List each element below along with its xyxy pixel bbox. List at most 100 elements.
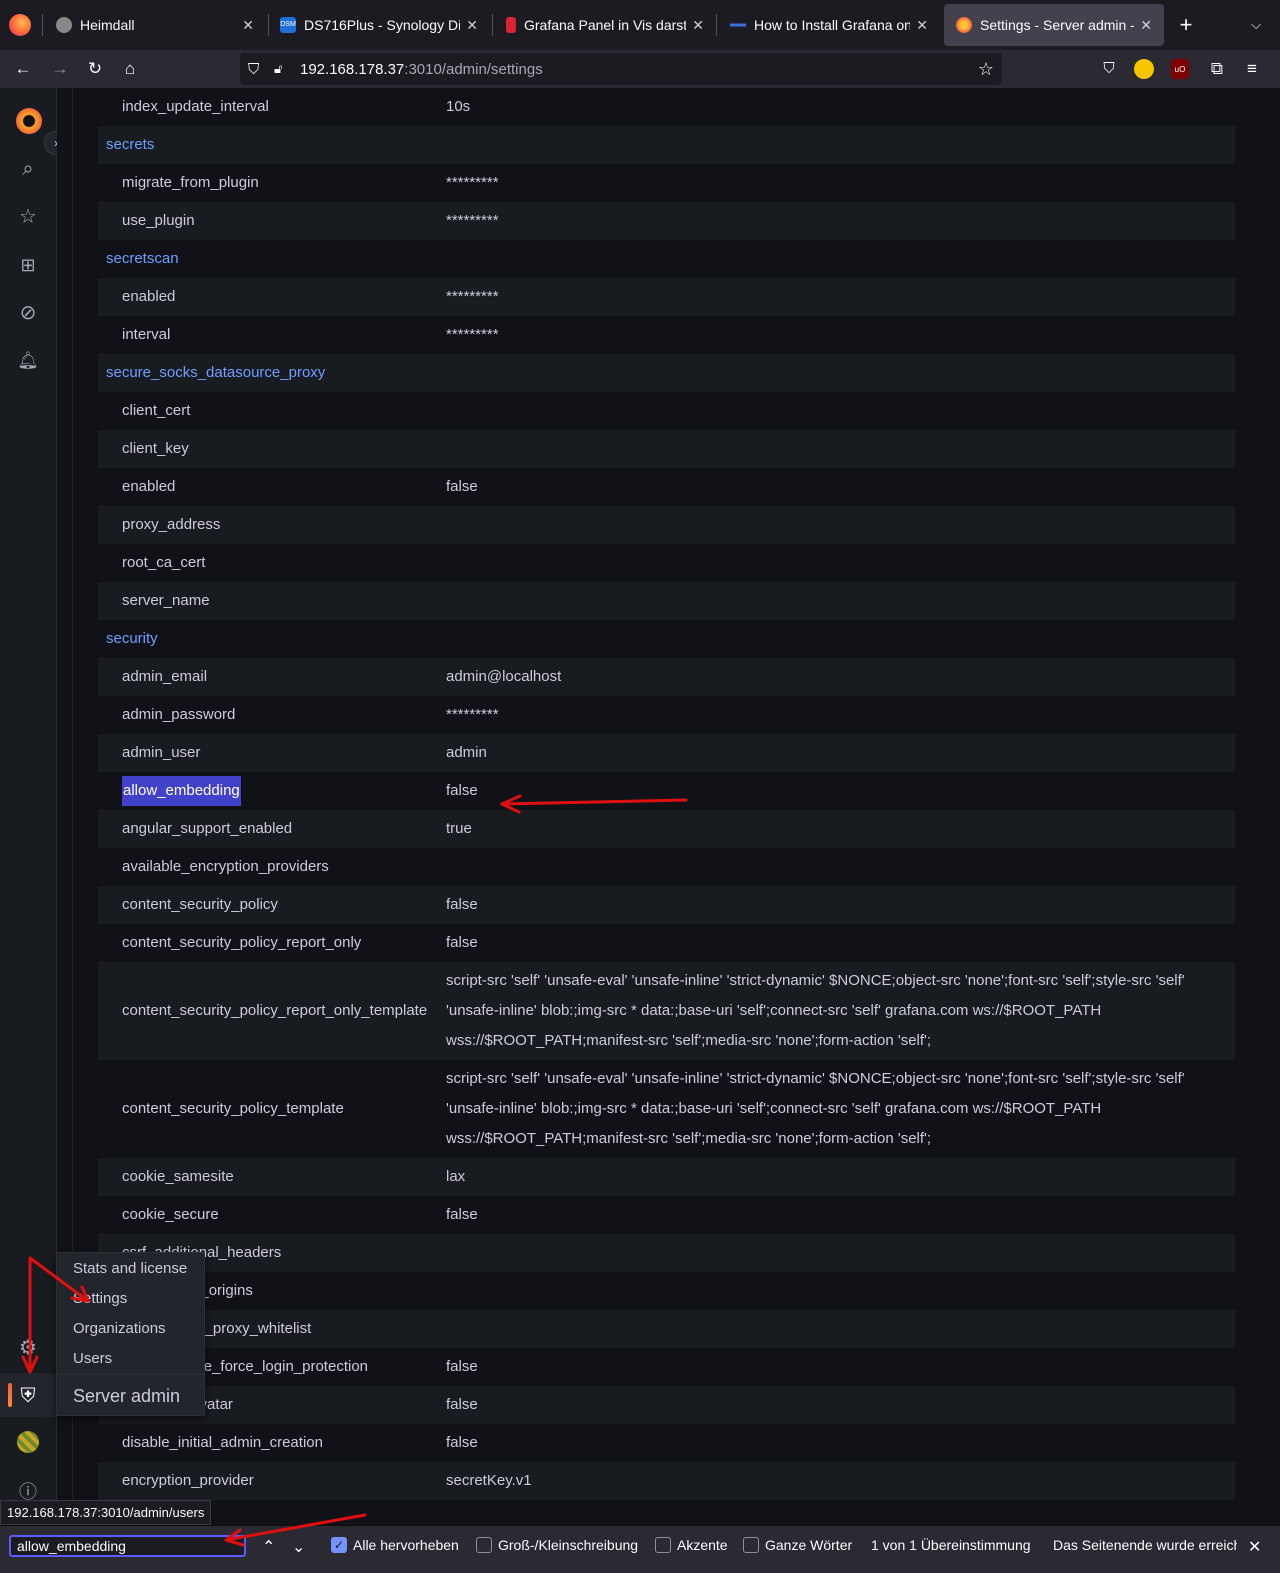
- section-name: secretscan: [106, 250, 179, 267]
- back-icon[interactable]: ←: [12, 58, 34, 80]
- browser-nav-bar: ← → ↻ ⌂ ⛉ 🔓︎ 192.168.178.37:3010/admin/s…: [0, 50, 1280, 88]
- list-all-tabs-icon[interactable]: ⌵: [1245, 14, 1267, 36]
- whole-words-label: Ganze Wörter: [765, 1537, 853, 1553]
- setting-value: script-src 'self' 'unsafe-eval' 'unsafe-…: [446, 1070, 1185, 1147]
- setting-key: disable_initial_admin_creation: [122, 1434, 323, 1451]
- setting-value: secretKey.v1: [446, 1472, 532, 1489]
- user-avatar-icon[interactable]: [17, 1431, 39, 1453]
- setting-value: [438, 848, 1235, 886]
- menu-header-server-admin[interactable]: Server admin: [57, 1374, 204, 1416]
- setting-key: content_security_policy_report_only: [122, 934, 362, 951]
- highlight-all-checkbox[interactable]: ✓ Alle hervorheben: [331, 1537, 459, 1553]
- section-name: security: [106, 630, 158, 647]
- checkbox-box: [743, 1537, 759, 1553]
- insecure-lock-icon[interactable]: 🔓︎: [274, 61, 290, 77]
- tab-grafana-vis[interactable]: Grafana Panel in Vis darste ✕: [494, 4, 716, 46]
- home-icon[interactable]: ⌂: [119, 58, 141, 80]
- setting-value: [438, 392, 1235, 430]
- tab-settings-active[interactable]: Settings - Server admin - G ✕: [944, 4, 1164, 46]
- setting-key: cookie_secure: [122, 1206, 219, 1223]
- menu-item-users[interactable]: Users: [73, 1350, 112, 1367]
- setting-key: migrate_from_plugin: [122, 174, 259, 191]
- tab-heimdall[interactable]: Heimdall ✕: [44, 4, 266, 46]
- match-case-checkbox[interactable]: Groß-/Kleinschreibung: [476, 1537, 638, 1553]
- setting-value: [438, 354, 1235, 392]
- find-next-icon[interactable]: ⌄: [292, 1537, 305, 1557]
- menu-item-settings[interactable]: Settings: [73, 1290, 127, 1307]
- alerting-bell-icon[interactable]: 🔔︎: [16, 349, 40, 373]
- setting-key: available_encryption_providers: [122, 858, 329, 875]
- whole-words-checkbox[interactable]: Ganze Wörter: [743, 1537, 852, 1553]
- tab-install-grafana[interactable]: How to Install Grafana on ✕: [718, 4, 940, 46]
- match-case-label: Groß-/Kleinschreibung: [498, 1537, 639, 1553]
- find-input[interactable]: allow_embedding: [9, 1535, 246, 1557]
- settings-section-row: secretscan: [98, 240, 1235, 278]
- close-findbar-icon[interactable]: ✕: [1248, 1537, 1261, 1557]
- close-tab-icon[interactable]: ✕: [466, 17, 478, 34]
- setting-value: [438, 582, 1235, 620]
- checkmark-icon: ✓: [331, 1537, 347, 1553]
- url-bar[interactable]: ⛉ 🔓︎ 192.168.178.37:3010/admin/settings …: [240, 53, 1002, 85]
- close-tab-icon[interactable]: ✕: [242, 17, 254, 34]
- dashboards-icon[interactable]: ⊞: [16, 253, 40, 277]
- find-previous-icon[interactable]: ⌃: [262, 1537, 275, 1557]
- dsm-icon: DSM: [280, 17, 296, 33]
- setting-value: [438, 544, 1235, 582]
- setting-key: use_plugin: [122, 212, 195, 229]
- extensions-puzzle-icon[interactable]: ⧉: [1206, 58, 1228, 80]
- starred-icon[interactable]: ☆: [16, 205, 40, 229]
- checkbox-box: [476, 1537, 492, 1553]
- app-menu-icon[interactable]: ≡: [1241, 58, 1263, 80]
- explore-compass-icon[interactable]: ⊘: [16, 301, 40, 325]
- setting-value: false: [446, 1434, 478, 1451]
- diacritics-checkbox[interactable]: Akzente: [655, 1537, 728, 1553]
- reload-icon[interactable]: ↻: [84, 58, 106, 80]
- forward-icon[interactable]: →: [49, 58, 71, 80]
- setting-key: admin_user: [122, 744, 201, 761]
- checkbox-box: [655, 1537, 671, 1553]
- setting-value: 10s: [446, 98, 471, 115]
- url-path: :3010/admin/settings: [404, 60, 543, 78]
- setting-key: content_security_policy_report_only_temp…: [122, 1002, 428, 1019]
- tab-synology[interactable]: DSM DS716Plus - Synology Disk ✕: [268, 4, 490, 46]
- settings-row: content_security_policy false: [98, 886, 1235, 924]
- settings-row: encryption_provider secretKey.v1: [98, 1462, 1235, 1500]
- pocket-icon[interactable]: ⛉: [1098, 58, 1120, 80]
- settings-row: admin_password *********: [98, 696, 1235, 734]
- ublock-icon[interactable]: uO: [1171, 59, 1189, 79]
- setting-key: content_security_policy: [122, 896, 278, 913]
- grafana-sidemenu: ⌕ ☆ ⊞ ⊘ 🔔︎ ⚙ ⓘ: [0, 88, 57, 1525]
- settings-row: server_name: [98, 582, 1235, 620]
- grafana-logo-icon[interactable]: [16, 108, 42, 134]
- close-tab-icon[interactable]: ✕: [1140, 17, 1152, 34]
- new-tab-button[interactable]: +: [1175, 14, 1197, 36]
- firefox-icon[interactable]: [9, 14, 31, 36]
- settings-section-row: secrets: [98, 126, 1235, 164]
- settings-row: admin_user admin: [98, 734, 1235, 772]
- close-tab-icon[interactable]: ✕: [916, 17, 928, 34]
- extension-yellow-icon[interactable]: [1134, 59, 1154, 79]
- settings-row: disable_initial_admin_creation false: [98, 1424, 1235, 1462]
- tracking-shield-icon[interactable]: ⛉: [248, 61, 264, 78]
- settings-row: index_update_interval 10s: [98, 88, 1235, 126]
- setting-key: angular_support_enabled: [122, 820, 293, 837]
- setting-value: false: [446, 782, 478, 799]
- setting-key: enabled: [122, 288, 176, 305]
- menu-item-organizations[interactable]: Organizations: [73, 1320, 166, 1337]
- menu-item-stats[interactable]: Stats and license: [73, 1260, 187, 1277]
- close-tab-icon[interactable]: ✕: [692, 17, 704, 34]
- setting-key: admin_email: [122, 668, 208, 685]
- site-icon: [730, 17, 746, 33]
- bookmark-star-icon[interactable]: ☆: [978, 59, 994, 80]
- settings-content[interactable]: full_reindex_interval5mindex_update_inte…: [73, 88, 1280, 1525]
- settings-row: admin_email admin@localhost: [98, 658, 1235, 696]
- find-bar: allow_embedding ⌃ ⌄ ✓ Alle hervorheben G…: [0, 1525, 1280, 1573]
- setting-key: server_name: [122, 592, 210, 609]
- tab-title: Settings - Server admin - G: [980, 17, 1135, 33]
- server-admin-shield-icon[interactable]: ⛨: [16, 1384, 40, 1408]
- setting-value: *********: [446, 212, 499, 229]
- setting-key: cookie_samesite: [122, 1168, 234, 1185]
- search-icon[interactable]: ⌕: [16, 157, 40, 181]
- configuration-gear-icon[interactable]: ⚙: [16, 1336, 40, 1360]
- setting-value: false: [446, 1396, 478, 1413]
